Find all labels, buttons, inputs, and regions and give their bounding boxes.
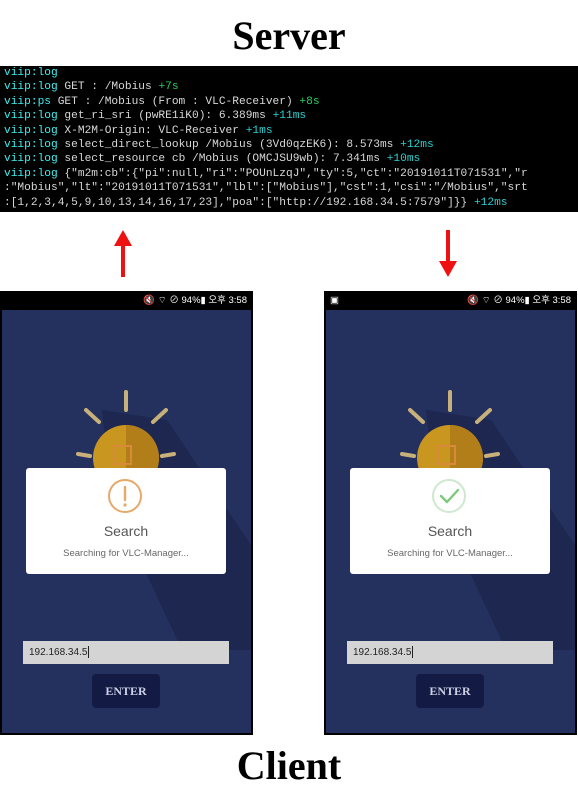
down-arrow-icon	[439, 230, 457, 278]
log-text: :"Mobius","lt":"20191011T071531","lbl":[…	[4, 182, 528, 195]
enter-button[interactable]: ENTER	[416, 674, 484, 708]
status-right: 🔇 ⌔ ⊘ 94%▮ 오후 3:58	[143, 295, 247, 306]
client-phone-left: 🔇 ⌔ ⊘ 94%▮ 오후 3:58 Search Searching for …	[0, 291, 253, 735]
log-timing: +10ms	[386, 153, 421, 166]
log-prefix: viip:ps	[4, 95, 51, 108]
log-prefix: viip:log	[4, 153, 58, 166]
terminal-log: viip:log viip:log GET : /Mobius +7s viip:p…	[4, 66, 578, 210]
log-prefix: viip:log	[4, 81, 58, 94]
log-text: X-M2M-Origin: VLC-Receiver	[57, 124, 246, 137]
terminal-line: viip:log select_resource cb /Mobius (OMC…	[4, 152, 578, 166]
status-bar: ▣ 🔇 ⌔ ⊘ 94%▮ 오후 3:58	[324, 291, 577, 310]
log-timing: +8s	[299, 95, 320, 108]
terminal-line: :[1,2,3,4,5,9,10,13,14,16,17,23],"poa":[…	[4, 196, 578, 210]
dialog-title: Search	[103, 523, 149, 539]
log-text: select_direct_lookup /Mobius (3Vd0qzEK6)…	[57, 139, 401, 152]
log-text: :[1,2,3,4,5,9,10,13,14,16,17,23],"poa":[…	[4, 196, 474, 209]
dialog-title: Search	[427, 523, 473, 539]
up-arrow-icon	[114, 230, 132, 278]
server-title: Server	[232, 13, 346, 58]
terminal-line: viip:log X-M2M-Origin: VLC-Receiver +1ms	[4, 124, 578, 138]
text-caret	[88, 646, 90, 659]
client-title: Client	[236, 743, 342, 788]
client-phone-right: ▣ 🔇 ⌔ ⊘ 94%▮ 오후 3:58 Search Searching fo…	[324, 291, 577, 735]
log-text: select_resource cb /Mobius (OMCJSU9wb): …	[57, 153, 387, 166]
terminal-line: viip:log get_ri_sri (pwRE1iK0): 6.389ms …	[4, 109, 578, 123]
text-caret	[412, 646, 414, 659]
status-bar: 🔇 ⌔ ⊘ 94%▮ 오후 3:58	[0, 291, 253, 310]
terminal-line: viip:log GET : /Mobius +7s	[4, 80, 578, 94]
log-text: GET : /Mobius (From : VLC-Receiver)	[51, 95, 300, 108]
log-prefix: viip:log	[4, 139, 58, 152]
terminal-line: viip:log select_direct_lookup /Mobius (3…	[4, 138, 578, 152]
log-prefix: viip:log	[4, 124, 58, 137]
log-text: GET : /Mobius	[57, 81, 159, 94]
success-check-icon	[432, 479, 466, 513]
terminal-line: viip:ps GET : /Mobius (From : VLC-Receiv…	[4, 95, 578, 109]
terminal-line: :"Mobius","lt":"20191011T071531","lbl":[…	[4, 181, 578, 195]
dialog-message: Searching for VLC-Manager...	[63, 548, 189, 559]
ip-address-value: 192.168.34.5	[353, 647, 412, 658]
log-timing: +11ms	[272, 110, 307, 123]
enter-button[interactable]: ENTER	[92, 674, 160, 708]
server-terminal: viip:log viip:log GET : /Mobius +7s viip:p…	[0, 66, 578, 212]
app-screen: Search Searching for VLC-Manager... 192.…	[2, 310, 251, 733]
log-timing: +12ms	[400, 139, 434, 152]
log-text: {"m2m:cb":{"pi":null,"ri":"POUnLzqJ","ty…	[57, 167, 528, 180]
search-dialog: Search Searching for VLC-Manager...	[350, 468, 550, 574]
log-prefix: viip:log	[4, 67, 58, 79]
log-timing: +1ms	[245, 124, 273, 137]
log-text: get_ri_sri (pwRE1iK0): 6.389ms	[57, 110, 273, 123]
ip-address-value: 192.168.34.5	[29, 647, 88, 658]
ip-address-input[interactable]: 192.168.34.5	[347, 641, 553, 664]
log-prefix: viip:log	[4, 167, 58, 180]
log-timing: +7s	[158, 81, 179, 94]
status-right: 🔇 ⌔ ⊘ 94%▮ 오후 3:58	[467, 295, 571, 306]
terminal-line: viip:log {"m2m:cb":{"pi":null,"ri":"POUn…	[4, 167, 578, 181]
search-dialog: Search Searching for VLC-Manager...	[26, 468, 226, 574]
terminal-line: viip:log	[4, 66, 578, 80]
warning-circle-icon	[108, 479, 142, 513]
app-screen: Search Searching for VLC-Manager... 192.…	[326, 310, 575, 733]
log-prefix: viip:log	[4, 110, 58, 123]
log-timing: +12ms	[473, 196, 508, 209]
status-left: ▣	[330, 295, 339, 306]
dialog-message: Searching for VLC-Manager...	[387, 548, 513, 559]
ip-address-input[interactable]: 192.168.34.5	[23, 641, 229, 664]
